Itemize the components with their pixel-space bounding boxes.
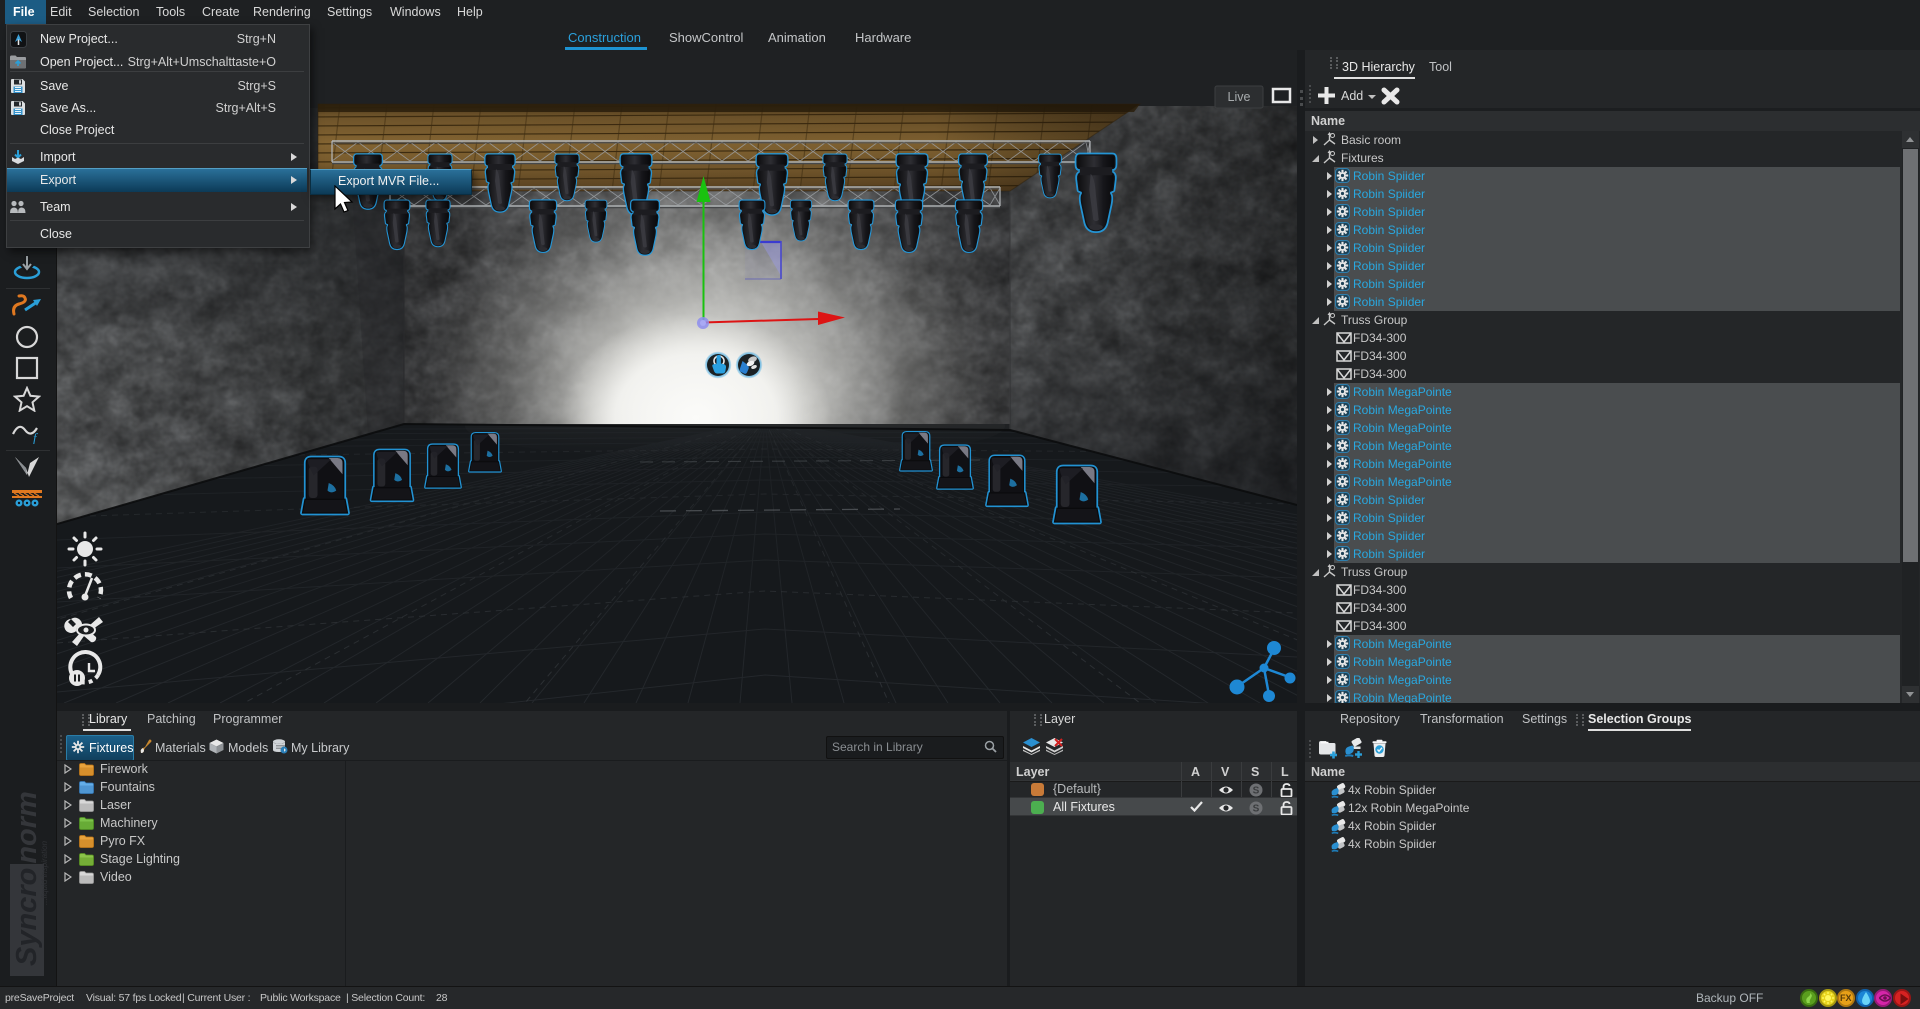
svg-text:f: f	[33, 430, 39, 444]
svg-text:S: S	[1253, 804, 1260, 815]
svg-text:S: S	[1253, 786, 1260, 797]
svg-text:Live: Live	[1228, 90, 1251, 104]
